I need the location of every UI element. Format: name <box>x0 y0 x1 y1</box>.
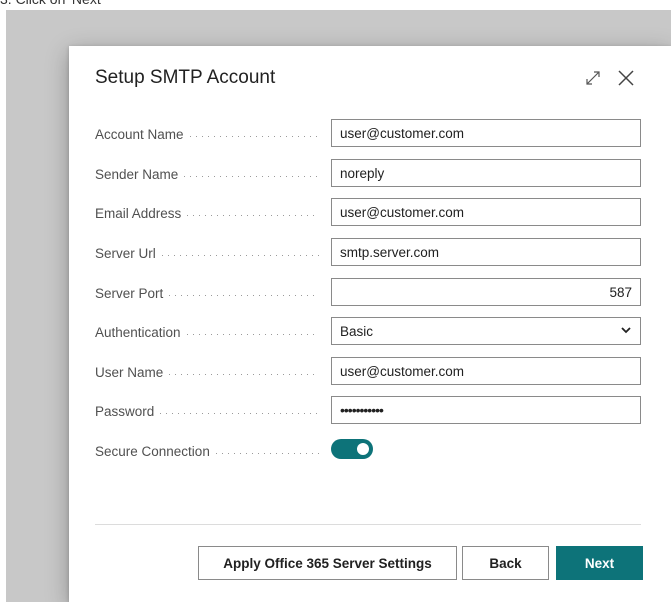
password-input[interactable]: ••••••••••• <box>331 396 641 424</box>
field-row-secure-connection: Secure Connection <box>95 436 641 466</box>
field-row-password: Password ••••••••••• <box>95 396 641 426</box>
chevron-down-icon <box>620 324 632 339</box>
secure-connection-toggle[interactable] <box>331 439 373 459</box>
back-button[interactable]: Back <box>462 546 549 580</box>
account-name-input[interactable]: user@customer.com <box>331 119 641 147</box>
server-port-input[interactable]: 587 <box>331 278 641 306</box>
server-port-label: Server Port <box>95 284 325 302</box>
field-row-server-port: Server Port 587 <box>95 278 641 308</box>
field-row-account-name: Account Name user@customer.com <box>95 119 641 149</box>
instruction-caption: 3. Click on 'Next' <box>0 0 103 9</box>
secure-connection-label: Secure Connection <box>95 442 325 460</box>
email-address-input[interactable]: user@customer.com <box>331 198 641 226</box>
user-name-input[interactable]: user@customer.com <box>331 357 641 385</box>
field-row-user-name: User Name user@customer.com <box>95 357 641 387</box>
sender-name-input[interactable]: noreply <box>331 159 641 187</box>
email-address-label: Email Address <box>95 204 325 222</box>
apply-office365-settings-button[interactable]: Apply Office 365 Server Settings <box>198 546 457 580</box>
authentication-select[interactable]: Basic <box>331 317 641 345</box>
next-button[interactable]: Next <box>556 546 643 580</box>
dialog-title: Setup SMTP Account <box>95 67 276 88</box>
field-row-server-url: Server Url smtp.server.com <box>95 238 641 268</box>
field-row-sender-name: Sender Name noreply <box>95 159 641 189</box>
server-url-label: Server Url <box>95 244 325 262</box>
close-icon[interactable] <box>614 66 638 90</box>
authentication-value: Basic <box>340 323 374 339</box>
sender-name-label: Sender Name <box>95 165 325 183</box>
setup-smtp-dialog: Setup SMTP Account Account Name user@cus… <box>69 46 671 602</box>
field-row-email-address: Email Address user@customer.com <box>95 198 641 228</box>
field-row-authentication: Authentication Basic <box>95 317 641 347</box>
server-url-input[interactable]: smtp.server.com <box>331 238 641 266</box>
authentication-label: Authentication <box>95 323 325 341</box>
account-name-label: Account Name <box>95 125 325 143</box>
expand-icon[interactable] <box>581 66 605 90</box>
user-name-label: User Name <box>95 363 325 381</box>
password-label: Password <box>95 402 325 420</box>
footer-divider <box>95 524 641 525</box>
toggle-knob <box>357 443 369 455</box>
